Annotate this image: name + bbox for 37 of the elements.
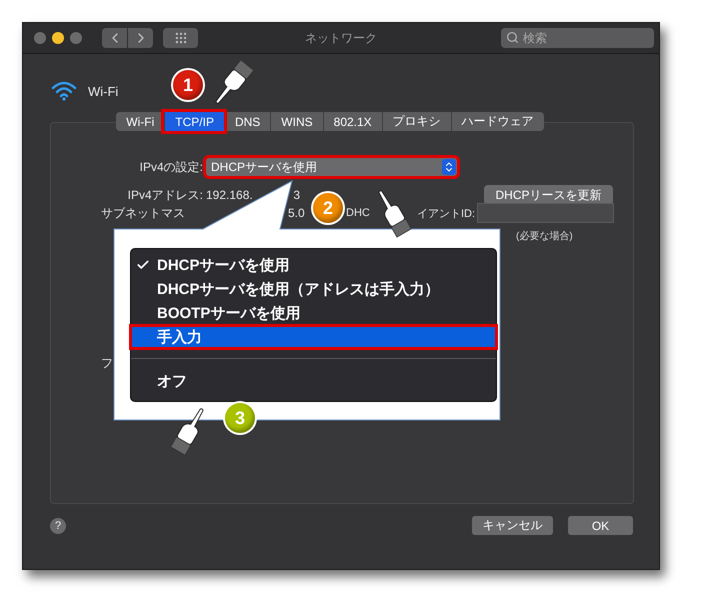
back-button[interactable] [102, 28, 127, 48]
tab[interactable]: TCP/IP [164, 112, 224, 131]
field-label: IPv4アドレス: [126, 186, 203, 204]
search-field[interactable]: 検索 [501, 28, 654, 48]
window-control-icon[interactable] [52, 32, 64, 44]
ip-address-value: 192.168. [206, 188, 253, 202]
menu-item[interactable]: オフ [130, 369, 497, 393]
grid-icon [174, 31, 188, 45]
ok-button[interactable]: OK [568, 516, 633, 535]
cancel-button[interactable]: キャンセル [472, 516, 553, 535]
interface-name: Wi-Fi [88, 84, 118, 98]
menu-item[interactable]: 手入力 [130, 325, 497, 349]
stepper-icon [442, 159, 456, 175]
renew-lease-button[interactable]: DHCPリースを更新 [484, 185, 613, 205]
ipv4-config-popup[interactable]: DHCPサーバを使用 [206, 158, 457, 176]
menu-item[interactable]: DHCPサーバを使用 [130, 253, 497, 277]
field-label: フ [101, 355, 113, 372]
window-title: ネットワーク [305, 30, 377, 46]
field-label: イアントID: [417, 206, 476, 220]
field-label: DHC [346, 207, 370, 219]
grid-button[interactable] [163, 28, 198, 48]
search-icon [506, 31, 519, 44]
tab[interactable]: Wi-Fi [116, 112, 164, 131]
step-badge: 1 [173, 70, 203, 100]
menu-item[interactable]: DHCPサーバを使用（アドレスは手入力） [130, 277, 497, 301]
hint-text: (必要な場合) [516, 230, 573, 243]
ip-address-value: 3 [293, 188, 300, 202]
step-badge: 2 [313, 193, 343, 223]
field-label: IPv4の設定: [138, 158, 203, 176]
menu-item[interactable]: BOOTPサーバを使用 [130, 301, 497, 325]
help-button[interactable]: ? [50, 518, 66, 534]
client-id-field[interactable] [477, 203, 614, 223]
wifi-icon [51, 81, 77, 101]
field-label: サブネットマス [101, 204, 185, 222]
subnet-value: 5.0 [288, 206, 305, 220]
step-badge: 3 [225, 403, 255, 433]
forward-button[interactable] [128, 28, 153, 48]
